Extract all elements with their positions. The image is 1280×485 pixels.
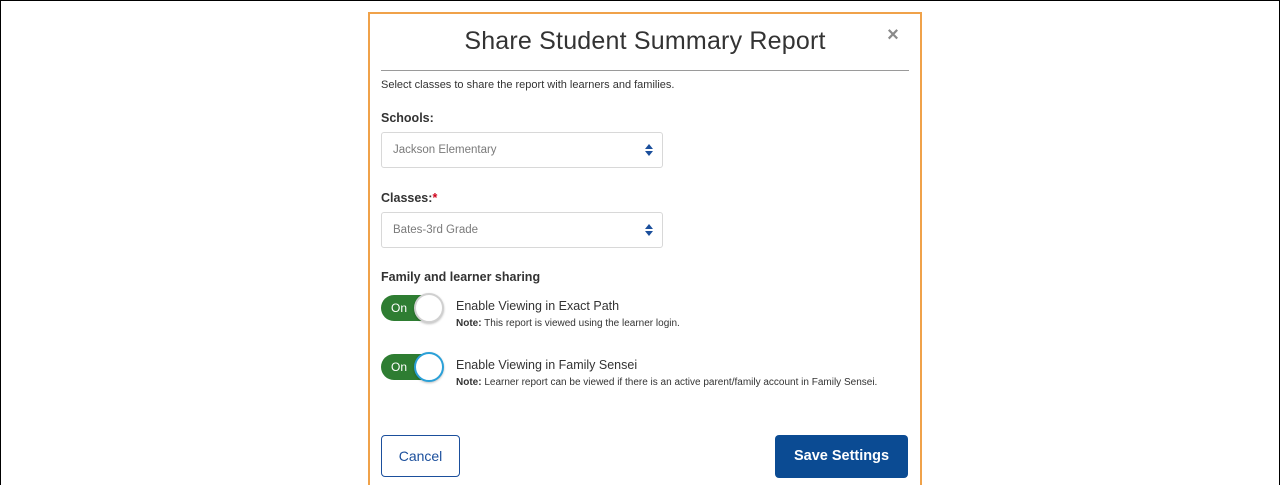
- required-mark: *: [432, 191, 438, 205]
- intro-text: Select classes to share the report with …: [381, 79, 675, 91]
- toggle-knob: [414, 293, 444, 323]
- close-icon[interactable]: ×: [884, 25, 902, 45]
- note-text: This report is viewed using the learner …: [481, 318, 680, 329]
- modal-header: Share Student Summary Report ×: [381, 14, 909, 71]
- sort-arrows-icon: [645, 144, 653, 156]
- exact-path-note: Note: This report is viewed using the le…: [456, 317, 896, 331]
- sharing-section-title: Family and learner sharing: [381, 270, 541, 284]
- schools-label: Schools:: [381, 111, 434, 125]
- exact-path-toggle[interactable]: On: [381, 293, 444, 323]
- page: Share Student Summary Report × Select cl…: [0, 0, 1280, 485]
- family-sensei-toggle[interactable]: On: [381, 352, 444, 382]
- toggle-knob: [414, 352, 444, 382]
- exact-path-toggle-title: Enable Viewing in Exact Path: [456, 299, 620, 313]
- note-label: Note:: [456, 318, 482, 329]
- cancel-button[interactable]: Cancel: [381, 435, 460, 477]
- note-text: Learner report can be viewed if there is…: [481, 377, 878, 388]
- modal-title: Share Student Summary Report: [464, 27, 826, 55]
- save-settings-button[interactable]: Save Settings: [775, 435, 908, 478]
- classes-select-value: Bates-3rd Grade: [393, 224, 479, 236]
- toggle-state-label: On: [391, 301, 408, 315]
- note-label: Note:: [456, 377, 482, 388]
- schools-select[interactable]: Jackson Elementary: [381, 132, 663, 168]
- sort-arrows-icon: [645, 224, 653, 236]
- share-report-modal: Share Student Summary Report × Select cl…: [368, 12, 922, 485]
- toggle-state-label: On: [391, 360, 408, 374]
- family-sensei-toggle-title: Enable Viewing in Family Sensei: [456, 358, 638, 372]
- classes-select[interactable]: Bates-3rd Grade: [381, 212, 663, 248]
- family-sensei-note: Note: Learner report can be viewed if th…: [456, 376, 896, 390]
- schools-select-value: Jackson Elementary: [393, 144, 497, 156]
- classes-label-text: Classes:: [381, 191, 433, 205]
- classes-label: Classes:*: [381, 191, 437, 205]
